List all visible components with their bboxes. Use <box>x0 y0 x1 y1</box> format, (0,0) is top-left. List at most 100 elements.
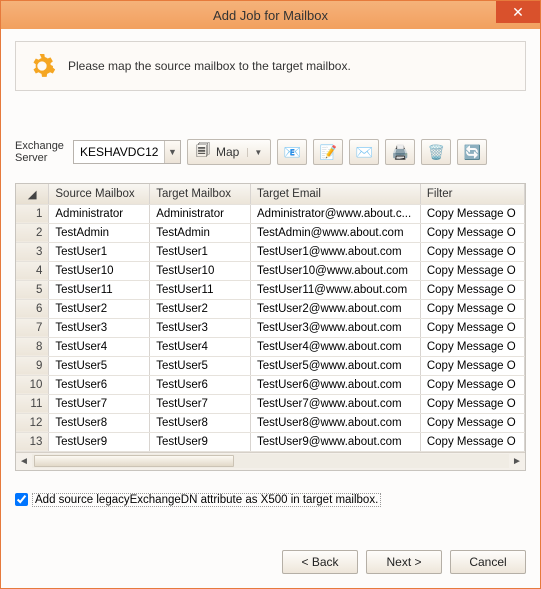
cell-email[interactable]: TestAdmin@www.about.com <box>251 223 421 242</box>
horizontal-scrollbar[interactable]: ◄ ► <box>16 452 525 470</box>
back-button[interactable]: < Back <box>282 550 358 574</box>
cell-email[interactable]: TestUser2@www.about.com <box>251 299 421 318</box>
col-source[interactable]: Source Mailbox <box>49 184 150 204</box>
mailbox-edit-icon[interactable]: 📝 <box>313 139 343 165</box>
cell-target[interactable]: TestUser7 <box>150 394 251 413</box>
col-email[interactable]: Target Email <box>251 184 421 204</box>
chevron-down-icon[interactable]: ▼ <box>164 141 180 163</box>
scroll-left-icon[interactable]: ◄ <box>16 453 32 469</box>
cell-source[interactable]: TestUser6 <box>49 375 150 394</box>
cell-target[interactable]: Administrator <box>150 204 251 223</box>
cell-email[interactable]: TestUser1@www.about.com <box>251 242 421 261</box>
cell-filter[interactable]: Copy Message O <box>420 413 524 432</box>
cell-source[interactable]: TestUser1 <box>49 242 150 261</box>
next-button[interactable]: Next > <box>366 550 442 574</box>
chevron-down-icon[interactable]: ▼ <box>247 148 262 157</box>
cancel-button[interactable]: Cancel <box>450 550 526 574</box>
cell-filter[interactable]: Copy Message O <box>420 432 524 451</box>
cell-source[interactable]: TestUser2 <box>49 299 150 318</box>
mailbox-remove-icon[interactable]: 🗑️ <box>421 139 451 165</box>
cell-filter[interactable]: Copy Message O <box>420 204 524 223</box>
scroll-thumb[interactable] <box>34 455 234 467</box>
mailbox-table[interactable]: ◢ Source Mailbox Target Mailbox Target E… <box>16 184 525 452</box>
close-button[interactable]: ✕ <box>496 1 540 23</box>
mailbox-add-icon[interactable]: 📧 <box>277 139 307 165</box>
cell-source[interactable]: TestUser10 <box>49 261 150 280</box>
mailbox-mail-icon[interactable]: ✉️ <box>349 139 379 165</box>
cell-email[interactable]: TestUser11@www.about.com <box>251 280 421 299</box>
table-row[interactable]: 5TestUser11TestUser11TestUser11@www.abou… <box>16 280 525 299</box>
cell-source[interactable]: TestUser3 <box>49 318 150 337</box>
table-row[interactable]: 9TestUser5TestUser5TestUser5@www.about.c… <box>16 356 525 375</box>
row-header-corner[interactable]: ◢ <box>16 184 49 204</box>
titlebar: Add Job for Mailbox ✕ <box>1 1 540 29</box>
cell-source[interactable]: TestAdmin <box>49 223 150 242</box>
table-row[interactable]: 6TestUser2TestUser2TestUser2@www.about.c… <box>16 299 525 318</box>
mailbox-grid: ◢ Source Mailbox Target Mailbox Target E… <box>15 183 526 471</box>
cell-target[interactable]: TestUser2 <box>150 299 251 318</box>
cell-source[interactable]: TestUser7 <box>49 394 150 413</box>
cell-email[interactable]: TestUser6@www.about.com <box>251 375 421 394</box>
cell-email[interactable]: TestUser4@www.about.com <box>251 337 421 356</box>
table-row[interactable]: 10TestUser6TestUser6TestUser6@www.about.… <box>16 375 525 394</box>
table-row[interactable]: 3TestUser1TestUser1TestUser1@www.about.c… <box>16 242 525 261</box>
cell-email[interactable]: TestUser9@www.about.com <box>251 432 421 451</box>
cell-filter[interactable]: Copy Message O <box>420 375 524 394</box>
map-button[interactable]: 🗐 Map ▼ <box>187 139 271 165</box>
cell-email[interactable]: TestUser10@www.about.com <box>251 261 421 280</box>
cell-source[interactable]: TestUser9 <box>49 432 150 451</box>
cell-source[interactable]: TestUser8 <box>49 413 150 432</box>
col-filter[interactable]: Filter <box>420 184 524 204</box>
cell-filter[interactable]: Copy Message O <box>420 223 524 242</box>
row-number: 6 <box>16 299 49 318</box>
cell-email[interactable]: TestUser5@www.about.com <box>251 356 421 375</box>
scroll-track[interactable] <box>32 454 509 468</box>
exchange-server-input[interactable] <box>74 141 164 163</box>
cell-source[interactable]: TestUser5 <box>49 356 150 375</box>
cell-source[interactable]: Administrator <box>49 204 150 223</box>
cell-email[interactable]: TestUser7@www.about.com <box>251 394 421 413</box>
cell-target[interactable]: TestUser11 <box>150 280 251 299</box>
cell-filter[interactable]: Copy Message O <box>420 356 524 375</box>
cell-email[interactable]: TestUser8@www.about.com <box>251 413 421 432</box>
cell-filter[interactable]: Copy Message O <box>420 318 524 337</box>
col-target[interactable]: Target Mailbox <box>150 184 251 204</box>
cell-filter[interactable]: Copy Message O <box>420 299 524 318</box>
cell-filter[interactable]: Copy Message O <box>420 337 524 356</box>
cell-source[interactable]: TestUser4 <box>49 337 150 356</box>
cell-source[interactable]: TestUser11 <box>49 280 150 299</box>
legacy-dn-label[interactable]: Add source legacyExchangeDN attribute as… <box>32 493 381 507</box>
exchange-server-combo[interactable]: ▼ <box>73 140 181 164</box>
cell-email[interactable]: TestUser3@www.about.com <box>251 318 421 337</box>
row-number: 12 <box>16 413 49 432</box>
cell-target[interactable]: TestUser10 <box>150 261 251 280</box>
row-number: 5 <box>16 280 49 299</box>
cell-filter[interactable]: Copy Message O <box>420 242 524 261</box>
row-number: 11 <box>16 394 49 413</box>
table-row[interactable]: 11TestUser7TestUser7TestUser7@www.about.… <box>16 394 525 413</box>
scroll-right-icon[interactable]: ► <box>509 453 525 469</box>
cell-target[interactable]: TestUser4 <box>150 337 251 356</box>
cell-target[interactable]: TestAdmin <box>150 223 251 242</box>
cell-target[interactable]: TestUser9 <box>150 432 251 451</box>
table-row[interactable]: 1AdministratorAdministratorAdministrator… <box>16 204 525 223</box>
cell-target[interactable]: TestUser6 <box>150 375 251 394</box>
cell-filter[interactable]: Copy Message O <box>420 280 524 299</box>
table-row[interactable]: 12TestUser8TestUser8TestUser8@www.about.… <box>16 413 525 432</box>
cell-target[interactable]: TestUser8 <box>150 413 251 432</box>
cell-filter[interactable]: Copy Message O <box>420 394 524 413</box>
table-row[interactable]: 13TestUser9TestUser9TestUser9@www.about.… <box>16 432 525 451</box>
cell-target[interactable]: TestUser1 <box>150 242 251 261</box>
table-row[interactable]: 4TestUser10TestUser10TestUser10@www.abou… <box>16 261 525 280</box>
mailbox-print-icon[interactable]: 🖨️ <box>385 139 415 165</box>
cell-filter[interactable]: Copy Message O <box>420 261 524 280</box>
cell-target[interactable]: TestUser3 <box>150 318 251 337</box>
legacy-dn-checkbox[interactable] <box>15 493 28 506</box>
cell-email[interactable]: Administrator@www.about.c... <box>251 204 421 223</box>
map-icon: 🗐 <box>196 140 210 164</box>
mailbox-refresh-icon[interactable]: 🔄 <box>457 139 487 165</box>
table-row[interactable]: 7TestUser3TestUser3TestUser3@www.about.c… <box>16 318 525 337</box>
cell-target[interactable]: TestUser5 <box>150 356 251 375</box>
table-row[interactable]: 8TestUser4TestUser4TestUser4@www.about.c… <box>16 337 525 356</box>
table-row[interactable]: 2TestAdminTestAdminTestAdmin@www.about.c… <box>16 223 525 242</box>
